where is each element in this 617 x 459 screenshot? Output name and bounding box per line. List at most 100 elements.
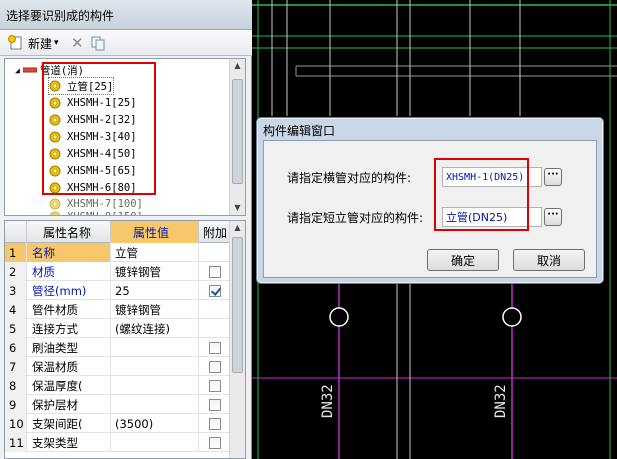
dim-text-right: DN32 bbox=[493, 384, 509, 418]
property-row[interactable]: 11 支架类型 bbox=[5, 433, 231, 452]
tree-scrollbar[interactable]: ▲ ▼ bbox=[229, 59, 245, 215]
add-checkbox[interactable] bbox=[208, 379, 221, 392]
property-add-cell bbox=[199, 376, 231, 395]
row-number: 9 bbox=[5, 395, 27, 414]
dim-text-left: DN32 bbox=[320, 384, 336, 418]
tree-item-label: XHSMH-3[40] bbox=[67, 131, 137, 143]
header-add: 附加 bbox=[199, 221, 231, 243]
property-grid-header: 属性名称 属性值 附加 bbox=[5, 221, 231, 243]
tree-item[interactable]: XHSMH-1[25] bbox=[49, 95, 137, 111]
component-edit-dialog: 构件编辑窗口 请指定横管对应的构件: XHSMH-1(DN25) ··· 请指定… bbox=[256, 117, 604, 284]
property-value[interactable] bbox=[111, 357, 199, 376]
tree-item-label: XHSMH-8[150] bbox=[67, 211, 143, 215]
property-value[interactable]: (螺纹连接) bbox=[111, 319, 199, 338]
scroll-down-icon[interactable]: ▼ bbox=[230, 201, 245, 215]
property-scrollbar[interactable]: ▲ bbox=[229, 221, 245, 458]
property-name: 管件材质 bbox=[27, 300, 111, 319]
gear-icon bbox=[49, 97, 61, 109]
panel-toolbar: 新建 ▾ ✕ bbox=[0, 30, 252, 56]
horizontal-browse-button[interactable]: ··· bbox=[544, 168, 562, 186]
property-value[interactable] bbox=[111, 338, 199, 357]
tree-item-label: XHSMH-6[80] bbox=[67, 182, 137, 194]
row-number: 5 bbox=[5, 319, 27, 338]
add-checkbox[interactable] bbox=[208, 436, 221, 449]
short-riser-field[interactable]: 立管(DN25) bbox=[442, 207, 542, 227]
property-row[interactable]: 1 名称 立管 bbox=[5, 243, 231, 262]
property-value[interactable]: 镀锌钢管 bbox=[111, 300, 199, 319]
copy-button[interactable] bbox=[90, 34, 106, 52]
property-value[interactable] bbox=[111, 376, 199, 395]
property-add-cell bbox=[199, 262, 231, 281]
delete-icon[interactable]: ✕ bbox=[71, 34, 84, 52]
tree-item[interactable]: XHSMH-3[40] bbox=[49, 129, 137, 145]
header-num bbox=[5, 221, 27, 243]
component-tree[interactable]: ◢ 管道(消) 立管[25] XHSMH-1[25] XHSMH-2[32] XHSM… bbox=[4, 58, 246, 216]
new-button[interactable]: 新建 ▾ bbox=[8, 34, 59, 52]
tree-item-label: 立管[25] bbox=[67, 80, 114, 93]
scroll-up-icon[interactable]: ▲ bbox=[230, 59, 245, 73]
row-number: 3 bbox=[5, 281, 27, 300]
property-value[interactable]: 25 bbox=[111, 281, 199, 300]
property-value[interactable] bbox=[111, 395, 199, 414]
add-checkbox[interactable] bbox=[208, 265, 221, 278]
property-name: 保温厚度( bbox=[27, 376, 111, 395]
short-riser-browse-button[interactable]: ··· bbox=[544, 208, 562, 226]
scroll-up-icon[interactable]: ▲ bbox=[230, 221, 245, 235]
property-row[interactable]: 8 保温厚度( bbox=[5, 376, 231, 395]
tree-item-label: XHSMH-4[50] bbox=[67, 148, 137, 160]
add-checkbox[interactable] bbox=[208, 398, 221, 411]
scroll-thumb[interactable] bbox=[232, 79, 243, 184]
property-row[interactable]: 9 保护层材 bbox=[5, 395, 231, 414]
pipe-icon bbox=[22, 67, 37, 73]
tree-root[interactable]: ◢ 管道(消) bbox=[15, 62, 84, 78]
row-number: 2 bbox=[5, 262, 27, 281]
add-checkbox[interactable] bbox=[208, 284, 221, 297]
property-row[interactable]: 5 连接方式 (螺纹连接) bbox=[5, 319, 231, 338]
scroll-thumb[interactable] bbox=[232, 237, 243, 373]
property-add-cell bbox=[199, 395, 231, 414]
component-selection-panel: 选择要识别成的构件 新建 ▾ ✕ ◢ 管道(消) 立管[25] XHSMH-1[… bbox=[0, 0, 252, 459]
tree-item[interactable]: XHSMH-6[80] bbox=[49, 180, 137, 196]
property-value[interactable]: 镀锌钢管 bbox=[111, 262, 199, 281]
property-row[interactable]: 2 材质 镀锌钢管 bbox=[5, 262, 231, 281]
cancel-button[interactable]: 取消 bbox=[513, 249, 585, 271]
tree-item[interactable]: 立管[25] bbox=[47, 77, 115, 95]
gear-icon bbox=[49, 165, 61, 177]
tree-item[interactable]: XHSMH-2[32] bbox=[49, 112, 137, 128]
property-add-cell bbox=[199, 433, 231, 452]
tree-item-label: XHSMH-1[25] bbox=[67, 97, 137, 109]
add-checkbox[interactable] bbox=[208, 360, 221, 373]
new-button-label: 新建 bbox=[28, 36, 53, 51]
property-name: 保温材质 bbox=[27, 357, 111, 376]
chevron-down-icon: ▾ bbox=[54, 38, 59, 48]
property-row[interactable]: 7 保温材质 bbox=[5, 357, 231, 376]
header-property-name: 属性名称 bbox=[27, 221, 111, 243]
collapse-icon[interactable]: ◢ bbox=[15, 66, 20, 75]
property-value[interactable] bbox=[111, 433, 199, 452]
property-name: 连接方式 bbox=[27, 319, 111, 338]
property-add-cell bbox=[199, 281, 231, 300]
property-row[interactable]: 4 管件材质 镀锌钢管 bbox=[5, 300, 231, 319]
tree-item-label: XHSMH-5[65] bbox=[67, 165, 137, 177]
tree-item[interactable]: XHSMH-8[150] bbox=[49, 209, 143, 215]
ok-button[interactable]: 确定 bbox=[427, 249, 499, 271]
dialog-title: 构件编辑窗口 bbox=[263, 124, 336, 138]
property-value[interactable]: 立管 bbox=[111, 243, 199, 262]
property-name: 保护层材 bbox=[27, 395, 111, 414]
property-name: 名称 bbox=[27, 243, 111, 262]
property-row[interactable]: 10 支架间距((3500) bbox=[5, 414, 231, 433]
property-row[interactable]: 3 管径(mm) 25 bbox=[5, 281, 231, 300]
horizontal-pipe-label: 请指定横管对应的构件: bbox=[287, 171, 412, 185]
row-number: 7 bbox=[5, 357, 27, 376]
add-checkbox[interactable] bbox=[208, 417, 221, 430]
gear-icon bbox=[49, 182, 61, 194]
property-grid[interactable]: 属性名称 属性值 附加 1 名称 立管 2 材质 镀锌钢管 3 管径(mm) 25 4 管件材质 镀锌… bbox=[4, 220, 246, 459]
add-checkbox[interactable] bbox=[208, 341, 221, 354]
horizontal-pipe-field[interactable]: XHSMH-1(DN25) bbox=[442, 167, 542, 187]
gear-icon bbox=[49, 114, 61, 126]
property-row[interactable]: 6 刷油类型 bbox=[5, 338, 231, 357]
tree-item[interactable]: XHSMH-5[65] bbox=[49, 163, 137, 179]
property-value[interactable]: (3500) bbox=[111, 414, 199, 433]
tree-item[interactable]: XHSMH-4[50] bbox=[49, 146, 137, 162]
tree-item-label: XHSMH-2[32] bbox=[67, 114, 137, 126]
